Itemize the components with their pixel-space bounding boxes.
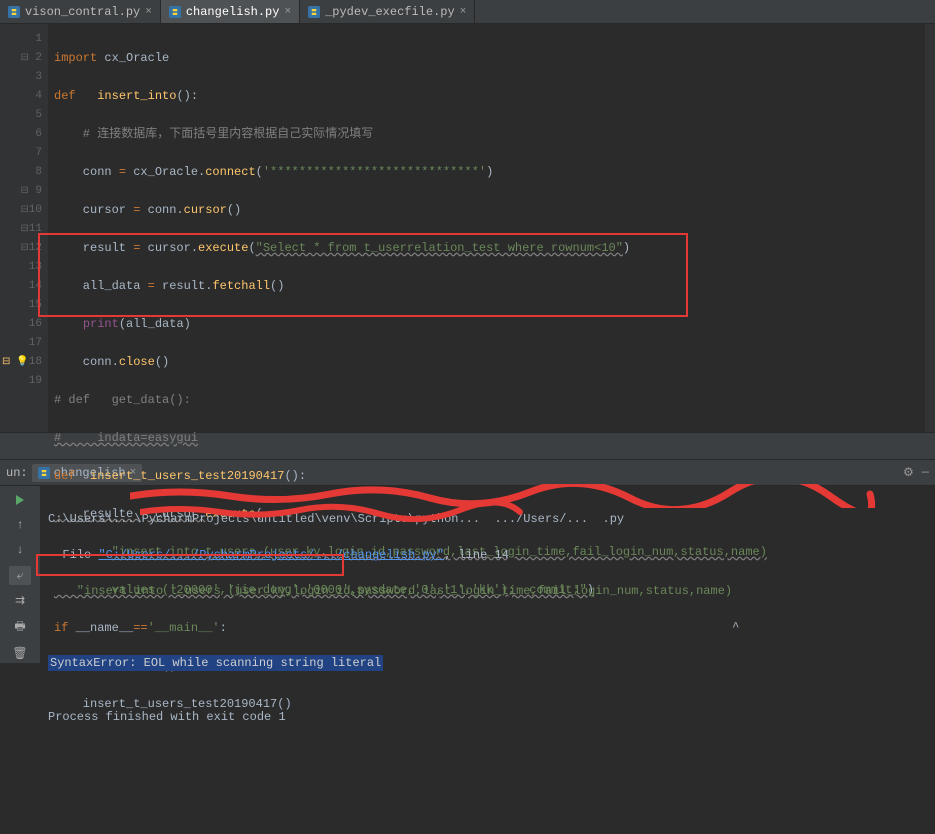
tab-label: _pydev_execfile.py [325, 5, 455, 19]
console-panel: ↑ ↓ ⤶ ⇉ 🖶 🗑 C:\Users\...\PycharmProjects… [0, 486, 935, 663]
console-output[interactable]: C:\Users\...\PycharmProjects\untitled\ve… [40, 486, 935, 663]
line-gutter: ⊟ ⊟ ⊟ ⊟ ⊟ ⊟ 💡 1 2 3 4 5 6 7 8 9 10 11 12… [0, 24, 48, 432]
rerun-button[interactable] [9, 490, 31, 509]
exit-line: Process finished with exit code 1 [48, 708, 927, 726]
editor-area: ⊟ ⊟ ⊟ ⊟ ⊟ ⊟ 💡 1 2 3 4 5 6 7 8 9 10 11 12… [0, 24, 935, 432]
run-label: un: [6, 466, 28, 480]
scroll-up-button[interactable]: ↑ [9, 515, 31, 534]
trash-button[interactable]: 🗑 [9, 644, 31, 663]
close-icon[interactable]: × [145, 6, 152, 18]
file-link[interactable]: "C:/Users/.../PycharmProjects/.../change… [98, 548, 444, 562]
trace-button[interactable]: ⇉ [9, 591, 31, 610]
tab-vison-contral[interactable]: vison_contral.py × [0, 0, 161, 23]
python-file-icon [38, 467, 50, 479]
line-number: 19 [0, 372, 42, 391]
tab-changelish[interactable]: changelish.py × [161, 0, 300, 23]
close-icon[interactable]: × [460, 6, 467, 18]
python-file-icon [8, 6, 20, 18]
scrollbar-right[interactable] [925, 24, 935, 432]
scribble-annotation [130, 484, 880, 508]
editor-tabs: vison_contral.py × changelish.py × _pyde… [0, 0, 935, 24]
console-line: File [48, 548, 98, 562]
console-line: "insert into t_users (user_ky,login_id,p… [48, 582, 927, 600]
scroll-down-button[interactable]: ↓ [9, 541, 31, 560]
soft-wrap-button[interactable]: ⤶ [9, 566, 31, 585]
tab-label: changelish.py [186, 5, 280, 19]
console-toolbar: ↑ ↓ ⤶ ⇉ 🖶 🗑 [0, 486, 40, 663]
tab-label: vison_contral.py [25, 5, 140, 19]
tab-pydev-execfile[interactable]: _pydev_execfile.py × [300, 0, 475, 23]
python-file-icon [308, 6, 320, 18]
print-button[interactable]: 🖶 [9, 617, 31, 638]
console-line: ^ [48, 618, 927, 636]
python-file-icon [169, 6, 181, 18]
console-line: C:\Users\...\PycharmProjects\untitled\ve… [48, 510, 927, 528]
fold-marks: ⊟ ⊟ ⊟ ⊟ ⊟ ⊟ 💡 [2, 30, 29, 372]
code-editor[interactable]: import cx_Oracle def insert_into(): # 连接… [48, 24, 935, 432]
error-message: SyntaxError: EOL while scanning string l… [48, 655, 383, 671]
close-icon[interactable]: × [284, 6, 291, 18]
